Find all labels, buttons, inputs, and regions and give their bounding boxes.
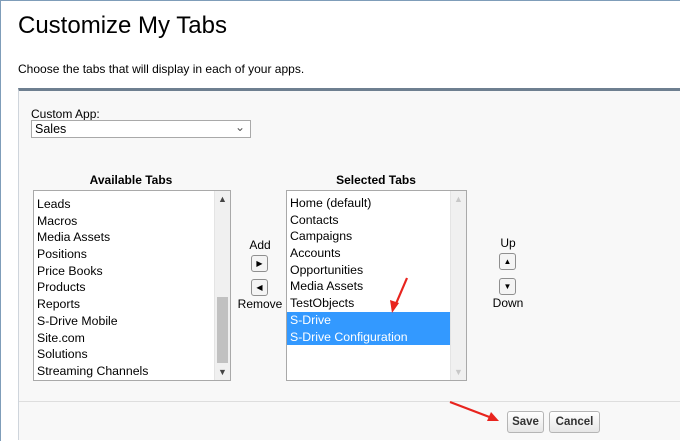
- arrow-to-s-drive-icon: [390, 277, 409, 313]
- arrow-to-save-icon: [449, 400, 499, 421]
- annotation-arrows: [390, 277, 499, 421]
